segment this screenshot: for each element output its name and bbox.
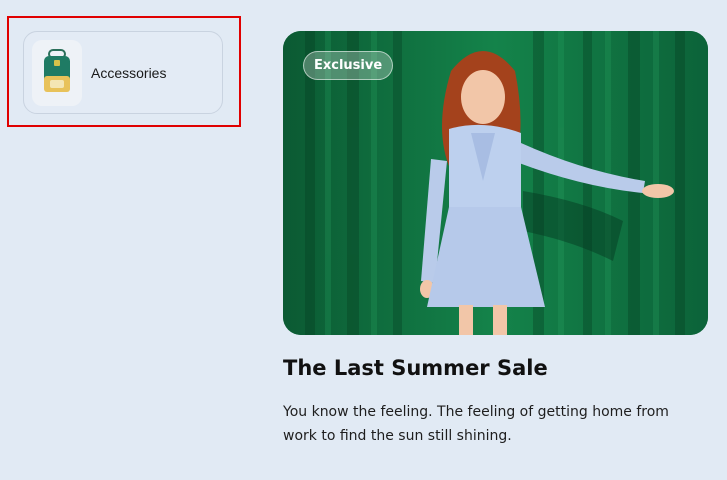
promo-title[interactable]: The Last Summer Sale: [283, 356, 548, 380]
page: Accessories Exclusive The Last Summer Sa…: [0, 0, 727, 480]
category-card-accessories[interactable]: Accessories: [23, 31, 223, 114]
promo-image[interactable]: Exclusive: [283, 31, 708, 335]
category-thumbnail: [32, 39, 82, 106]
promo-description: You know the feeling. The feeling of get…: [283, 404, 669, 444]
backpack-icon: [44, 48, 70, 92]
exclusive-badge: Exclusive: [303, 51, 394, 80]
category-label: Accessories: [91, 64, 167, 81]
